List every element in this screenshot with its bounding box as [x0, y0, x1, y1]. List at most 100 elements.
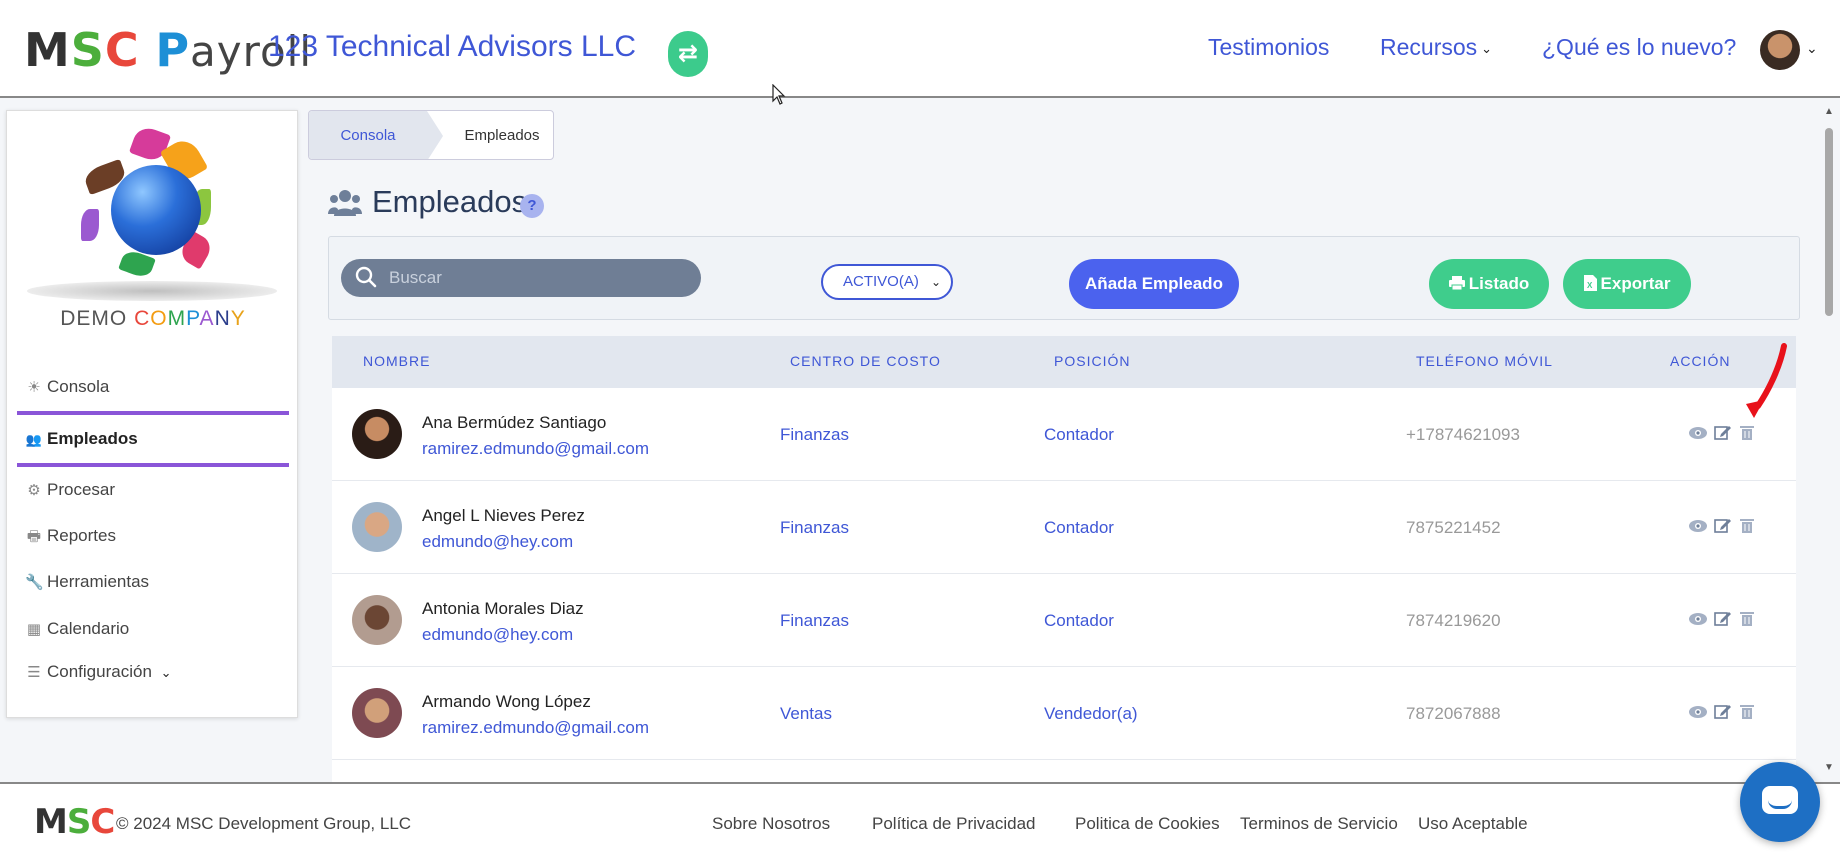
trash-icon[interactable] [1739, 610, 1755, 626]
edit-icon[interactable] [1714, 610, 1732, 626]
employee-name[interactable]: Armando Wong López [422, 692, 591, 712]
search-input[interactable] [389, 259, 689, 297]
column-header-centro-costo[interactable]: CENTRO DE COSTO [790, 353, 941, 369]
view-eye-icon[interactable] [1688, 705, 1708, 719]
footer-link-terminos[interactable]: Terminos de Servicio [1240, 814, 1398, 834]
nav-testimonios[interactable]: Testimonios [1208, 34, 1329, 61]
footer-link-sobre-nosotros[interactable]: Sobre Nosotros [712, 814, 830, 834]
footer-logo-s: S [66, 802, 91, 842]
list-button[interactable]: Listado [1429, 259, 1549, 309]
column-header-nombre[interactable]: NOMBRE [363, 353, 430, 369]
row-actions [1688, 424, 1758, 444]
position: Contador [1044, 425, 1114, 444]
switch-company-button[interactable]: ⇄ [668, 31, 708, 77]
sidebar-item-herramientas[interactable]: 🔧 Herramientas [25, 572, 293, 592]
chevron-down-icon: ⌄ [160, 664, 172, 680]
footer-link-uso-aceptable[interactable]: Uso Aceptable [1418, 814, 1528, 834]
avatar [352, 595, 402, 645]
employee-name[interactable]: Angel L Nieves Perez [422, 506, 585, 526]
brand-c: C [134, 307, 151, 330]
sidebar-item-label: Herramientas [47, 572, 150, 591]
company-name[interactable]: 123 Technical Advisors LLC [268, 30, 636, 64]
help-icon[interactable]: ? [520, 194, 544, 218]
employee-email[interactable]: edmundo@hey.com [422, 625, 573, 645]
avatar [352, 688, 402, 738]
table-row[interactable]: Armando Wong López ramirez.edmundo@gmail… [332, 667, 1796, 760]
table-row[interactable]: Ana Bermúdez Santiago ramirez.edmundo@gm… [332, 388, 1796, 481]
user-menu-chevron-icon[interactable]: ⌄ [1806, 40, 1818, 57]
sidebar-item-configuracion[interactable]: ☰ Configuración ⌄ [25, 662, 293, 682]
trash-icon[interactable] [1739, 424, 1755, 440]
sidebar-item-label: Consola [47, 377, 110, 396]
search-icon [355, 266, 377, 288]
calendar-icon: ▦ [26, 621, 42, 638]
add-employee-button[interactable]: Añada Empleado [1069, 259, 1239, 309]
scroll-down-icon[interactable]: ▼ [1824, 762, 1834, 773]
employee-email[interactable]: ramirez.edmundo@gmail.com [422, 718, 649, 738]
export-button[interactable]: X Exportar [1563, 259, 1691, 309]
red-arrow-annotation [1746, 343, 1787, 418]
mobile-phone: 7872067888 [1406, 704, 1501, 723]
users-icon: 👥 [25, 432, 43, 447]
nav-recursos[interactable]: Recursos ⌄ [1380, 34, 1492, 61]
breadcrumb-consola[interactable]: Consola [309, 111, 427, 159]
employee-name[interactable]: Antonia Morales Diaz [422, 599, 584, 619]
footer-logo-m: M [34, 802, 68, 842]
trash-icon[interactable] [1739, 517, 1755, 533]
logo-letter-s: S [70, 23, 105, 77]
column-header-posicion[interactable]: POSICIÓN [1054, 353, 1130, 369]
mobile-phone: +17874621093 [1406, 425, 1520, 444]
brand-y: Y [230, 307, 246, 330]
printer-icon [1448, 276, 1465, 291]
trash-icon[interactable] [1739, 703, 1755, 719]
brand-p: P [186, 307, 200, 330]
footer-link-privacidad[interactable]: Política de Privacidad [872, 814, 1035, 834]
view-eye-icon[interactable] [1688, 426, 1708, 440]
cost-center: Finanzas [780, 518, 849, 537]
position: Contador [1044, 518, 1114, 537]
sidebar: DEMO COMPANY ☀ Consola 👥 Empleados ⚙ Proces… [6, 110, 298, 718]
employee-email[interactable]: edmundo@hey.com [422, 532, 573, 552]
sidebar-item-procesar[interactable]: ⚙ Procesar [25, 480, 293, 500]
view-eye-icon[interactable] [1688, 519, 1708, 533]
scroll-up-icon[interactable]: ▲ [1824, 106, 1834, 117]
mouse-cursor-icon [772, 84, 786, 105]
sidebar-item-label: Reportes [47, 526, 116, 545]
scroll-thumb[interactable] [1825, 128, 1833, 316]
table-row[interactable]: Antonia Morales Diaz edmundo@hey.com Fin… [332, 574, 1796, 667]
cost-center: Ventas [780, 704, 832, 723]
position: Contador [1044, 611, 1114, 630]
sidebar-item-label: Calendario [47, 619, 130, 638]
logo-letter-m: M [24, 23, 71, 77]
top-header: MSC Payroll 123 Technical Advisors LLC ⇄… [0, 0, 1840, 98]
footer-msc-logo: MSC [34, 802, 115, 842]
sidebar-item-calendario[interactable]: ▦ Calendario [25, 619, 293, 639]
edit-icon[interactable] [1714, 517, 1732, 533]
brand-n: N [214, 307, 231, 330]
brand-a: A [199, 307, 215, 330]
company-logo-image [81, 124, 231, 295]
employee-name[interactable]: Ana Bermúdez Santiago [422, 413, 606, 433]
search-box [341, 259, 701, 297]
page-scrollbar[interactable]: ▲ ▼ [1822, 104, 1836, 780]
column-header-telefono[interactable]: TELÉFONO MÓVIL [1416, 353, 1553, 369]
mobile-phone: 7874219620 [1406, 611, 1501, 630]
nav-que-es-nuevo[interactable]: ¿Qué es lo nuevo? [1542, 34, 1736, 61]
gears-icon: ⚙ [27, 482, 41, 499]
table-row[interactable]: Angel L Nieves Perez edmundo@hey.com Fin… [332, 481, 1796, 574]
export-button-label: Exportar [1600, 274, 1671, 293]
excel-file-icon: X [1583, 275, 1597, 291]
edit-icon[interactable] [1714, 703, 1732, 719]
printer-icon: 🖶 [26, 528, 42, 545]
edit-icon[interactable] [1714, 424, 1732, 440]
sidebar-item-empleados[interactable]: 👥 Empleados [25, 429, 293, 449]
logo-letter-c: C [104, 23, 140, 77]
sidebar-item-reportes[interactable]: 🖶 Reportes [25, 526, 293, 551]
user-avatar[interactable] [1760, 30, 1800, 70]
sidebar-item-consola[interactable]: ☀ Consola [25, 377, 293, 397]
chat-widget-button[interactable] [1740, 762, 1820, 842]
status-filter-select[interactable]: ACTIVO(A) ⌄ [821, 264, 953, 300]
employee-email[interactable]: ramirez.edmundo@gmail.com [422, 439, 649, 459]
footer-link-cookies[interactable]: Politica de Cookies [1075, 814, 1220, 834]
view-eye-icon[interactable] [1688, 612, 1708, 626]
